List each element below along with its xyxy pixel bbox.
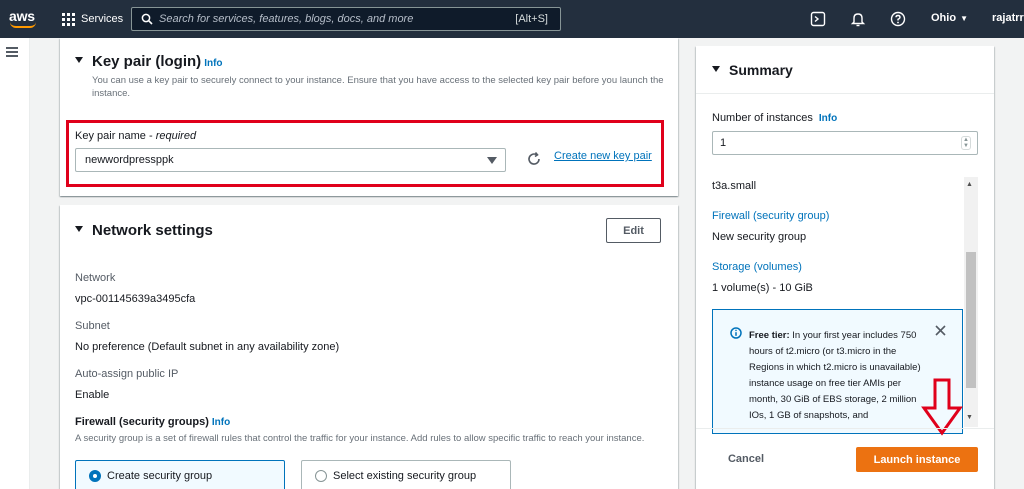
instances-value: 1 xyxy=(720,137,727,149)
number-of-instances-label: Number of instances Info xyxy=(712,112,838,124)
ec2-launch-page: aws Services [Alt+S] xyxy=(0,0,1024,489)
key-pair-heading[interactable]: Key pair (login) Info xyxy=(75,53,223,70)
account-menu[interactable]: rajatrr xyxy=(992,12,1024,24)
firewall-description: A security group is a set of firewall ru… xyxy=(75,433,645,444)
summary-heading[interactable]: Summary xyxy=(712,62,793,78)
select-existing-security-group-label: Select existing security group xyxy=(333,470,477,482)
side-navigation xyxy=(0,38,30,489)
launch-instance-button[interactable]: Launch instance xyxy=(856,447,978,472)
dropdown-caret-icon xyxy=(487,157,497,164)
key-pair-description: You can use a key pair to securely conne… xyxy=(92,75,664,99)
radio-selected-icon xyxy=(89,470,101,482)
storage-summary-value: 1 volume(s) - 10 GiB xyxy=(712,282,813,294)
scroll-down-icon[interactable]: ▼ xyxy=(966,414,973,421)
number-of-instances-input[interactable]: 1 ▲ ▼ xyxy=(712,131,978,155)
region-label: Ohio xyxy=(931,12,957,24)
instances-info-link[interactable]: Info xyxy=(819,113,837,124)
search-input[interactable] xyxy=(159,11,489,27)
collapse-triangle-icon xyxy=(75,226,83,233)
region-selector[interactable]: Ohio ▼ xyxy=(931,12,968,24)
summary-footer-divider xyxy=(696,428,994,429)
refresh-icon[interactable] xyxy=(526,151,542,167)
key-pair-info-link[interactable]: Info xyxy=(204,58,222,69)
search-icon xyxy=(141,13,153,25)
aws-logo[interactable]: aws xyxy=(9,8,39,30)
grid-icon xyxy=(62,12,75,26)
auto-assign-ip-label: Auto-assign public IP xyxy=(75,368,179,380)
network-settings-heading[interactable]: Network settings xyxy=(75,222,213,239)
cloudshell-icon[interactable] xyxy=(810,11,826,27)
collapse-triangle-icon xyxy=(712,66,720,73)
summary-divider xyxy=(696,93,994,94)
hamburger-menu-icon[interactable] xyxy=(6,47,18,57)
firewall-summary-value: New security group xyxy=(712,231,807,243)
auto-assign-ip-value: Enable xyxy=(75,389,110,401)
instance-type-value: t3a.small xyxy=(712,180,757,192)
help-icon[interactable] xyxy=(890,11,906,27)
aws-smile-icon xyxy=(10,22,36,28)
key-pair-name-label: Key pair name - required xyxy=(75,130,197,142)
info-circle-icon xyxy=(730,327,742,339)
services-menu-button[interactable]: Services xyxy=(62,11,123,27)
storage-summary-link[interactable]: Storage (volumes) xyxy=(712,261,802,273)
bell-icon[interactable] xyxy=(850,11,866,27)
close-icon[interactable] xyxy=(934,324,947,337)
create-new-key-pair-link[interactable]: Create new key pair xyxy=(554,150,652,162)
global-search-box[interactable]: [Alt+S] xyxy=(131,7,561,31)
caret-down-icon: ▼ xyxy=(960,14,968,23)
free-tier-text: Free tier: In your first year includes 7… xyxy=(749,330,921,421)
create-security-group-label: Create security group xyxy=(107,470,213,482)
subnet-value: No preference (Default subnet in any ava… xyxy=(75,341,340,353)
collapse-triangle-icon xyxy=(75,57,83,64)
network-value: vpc-001145639a3495cfa xyxy=(75,293,196,305)
create-security-group-option[interactable]: Create security group xyxy=(75,460,285,489)
top-navigation-bar: aws Services [Alt+S] xyxy=(0,0,1024,38)
select-existing-security-group-option[interactable]: Select existing security group xyxy=(301,460,511,489)
scroll-up-icon[interactable]: ▲ xyxy=(966,181,973,188)
network-label: Network xyxy=(75,272,116,284)
services-label: Services xyxy=(81,13,124,25)
network-edit-button[interactable]: Edit xyxy=(606,218,661,243)
key-pair-selected-value: newwordpressppk xyxy=(85,154,174,166)
radio-unselected-icon xyxy=(315,470,327,482)
firewall-info-link[interactable]: Info xyxy=(212,417,230,428)
key-pair-select[interactable]: newwordpressppk xyxy=(75,148,506,172)
summary-scrollbar-thumb[interactable] xyxy=(966,252,976,388)
search-shortcut-hint: [Alt+S] xyxy=(515,13,548,25)
firewall-summary-link[interactable]: Firewall (security group) xyxy=(712,210,829,222)
subnet-label: Subnet xyxy=(75,320,110,332)
cancel-button[interactable]: Cancel xyxy=(716,448,776,470)
firewall-heading: Firewall (security groups) Info xyxy=(75,416,231,428)
stepper-icon[interactable]: ▲ ▼ xyxy=(961,136,971,150)
